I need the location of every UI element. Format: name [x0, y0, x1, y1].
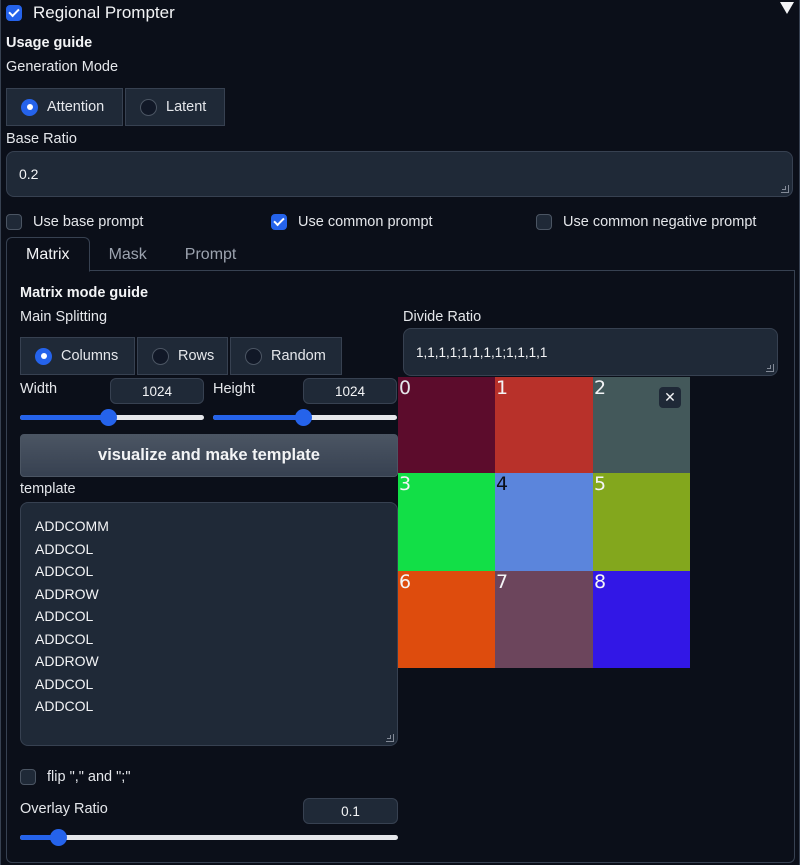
- base-ratio-value: 0.2: [19, 166, 39, 182]
- tab-matrix[interactable]: Matrix: [6, 237, 90, 272]
- use-common-prompt-checkbox[interactable]: [271, 214, 287, 230]
- template-line: ADDROW: [35, 653, 99, 669]
- template-line: ADDCOL: [35, 698, 94, 714]
- template-line: ADDCOMM: [35, 518, 109, 534]
- template-line: ADDCOL: [35, 675, 94, 692]
- template-label: template: [20, 481, 76, 497]
- tab-mask[interactable]: Mask: [90, 237, 166, 272]
- resize-grip-icon[interactable]: [386, 734, 394, 742]
- slider-track: [20, 835, 398, 840]
- height-slider[interactable]: [213, 409, 397, 426]
- radio-label: Attention: [47, 99, 105, 115]
- region-cell: 7: [495, 571, 593, 668]
- region-number: 8: [594, 571, 607, 593]
- generation-mode-radio-group: Attention Latent: [6, 88, 227, 126]
- height-label: Height: [213, 381, 255, 397]
- region-preview-image: 0 1 2 3 4 5 6 7 8: [398, 377, 690, 668]
- panel-title: Regional Prompter: [33, 3, 175, 22]
- radio-dot: [35, 347, 52, 365]
- radio-label: Columns: [61, 348, 119, 364]
- resize-grip-icon[interactable]: [766, 364, 774, 372]
- region-cell: 5: [593, 473, 690, 571]
- divide-ratio-input[interactable]: 1,1,1,1;1,1,1,1;1,1,1,1: [403, 328, 778, 376]
- use-common-prompt-option[interactable]: Use common prompt: [271, 214, 433, 230]
- radio-attention[interactable]: Attention: [6, 88, 123, 126]
- width-slider[interactable]: [20, 409, 204, 426]
- slider-thumb[interactable]: [100, 409, 118, 426]
- region-number: 0: [399, 377, 412, 399]
- slider-thumb[interactable]: [49, 829, 67, 846]
- region-cell: 4: [495, 473, 593, 571]
- use-common-negative-prompt-label: Use common negative prompt: [563, 214, 757, 230]
- use-common-negative-prompt-checkbox[interactable]: [536, 214, 552, 230]
- template-line: ADDCOL: [35, 563, 94, 579]
- radio-label: Rows: [178, 348, 215, 364]
- flip-option[interactable]: flip "," and ";": [20, 769, 130, 785]
- region-number: 2: [594, 377, 607, 399]
- use-base-prompt-checkbox[interactable]: [6, 214, 22, 230]
- template-line: ADDCOL: [35, 630, 94, 647]
- main-splitting-radio-group: Columns Rows Random: [20, 337, 344, 375]
- region-cell: 0: [398, 377, 495, 473]
- divide-ratio-label: Divide Ratio: [403, 309, 482, 325]
- region-number: 3: [399, 473, 412, 495]
- template-line: ADDCOL: [35, 540, 94, 557]
- region-cell: 8: [593, 571, 690, 668]
- generation-mode-label: Generation Mode: [6, 59, 119, 75]
- template-line: ADDCOL: [35, 608, 94, 624]
- overlay-ratio-label: Overlay Ratio: [20, 801, 108, 817]
- radio-label: Latent: [166, 99, 207, 115]
- usage-guide-link[interactable]: Usage guide: [6, 35, 92, 51]
- region-cell: 3: [398, 473, 495, 571]
- radio-dot: [140, 98, 157, 116]
- mode-tabs: Matrix Mask Prompt: [6, 237, 795, 272]
- radio-rows[interactable]: Rows: [137, 337, 228, 375]
- region-number: 7: [496, 571, 509, 593]
- flip-label: flip "," and ";": [47, 769, 131, 785]
- use-common-negative-prompt-option[interactable]: Use common negative prompt: [536, 214, 756, 230]
- use-base-prompt-label: Use base prompt: [33, 214, 144, 230]
- enable-checkbox[interactable]: [6, 5, 22, 21]
- radio-dot: [21, 98, 38, 116]
- slider-fill: [213, 415, 304, 420]
- tab-prompt[interactable]: Prompt: [166, 237, 256, 272]
- base-ratio-label: Base Ratio: [6, 131, 77, 147]
- use-base-prompt-option[interactable]: Use base prompt: [6, 214, 143, 230]
- flip-checkbox[interactable]: [20, 769, 36, 785]
- use-common-prompt-label: Use common prompt: [298, 214, 433, 230]
- resize-grip-icon[interactable]: [781, 185, 789, 193]
- radio-random[interactable]: Random: [230, 337, 342, 375]
- region-number: 1: [496, 377, 509, 399]
- radio-columns[interactable]: Columns: [20, 337, 135, 375]
- slider-fill: [20, 415, 109, 420]
- accordion-header[interactable]: Regional Prompter: [6, 2, 796, 24]
- template-line: ADDROW: [35, 585, 99, 602]
- collapse-triangle-icon[interactable]: [780, 2, 794, 14]
- width-number-input[interactable]: 1024: [110, 378, 204, 404]
- region-number: 5: [594, 473, 607, 495]
- close-icon[interactable]: ✕: [659, 387, 681, 408]
- radio-dot: [152, 347, 169, 365]
- main-splitting-label: Main Splitting: [20, 309, 108, 325]
- region-number: 6: [399, 571, 412, 593]
- divide-ratio-value: 1,1,1,1;1,1,1,1;1,1,1,1: [416, 344, 548, 360]
- slider-thumb[interactable]: [295, 409, 313, 426]
- visualize-and-make-template-button[interactable]: visualize and make template: [20, 434, 398, 477]
- height-number-input[interactable]: 1024: [303, 378, 397, 404]
- region-cell: 1: [495, 377, 593, 473]
- overlay-ratio-number-input[interactable]: 0.1: [303, 798, 398, 824]
- radio-label: Random: [271, 348, 326, 364]
- region-cell: 6: [398, 571, 495, 668]
- matrix-mode-guide-link[interactable]: Matrix mode guide: [20, 285, 148, 301]
- template-textarea[interactable]: ADDCOMM ADDCOL ADDCOL ADDROW ADDCOL ADDC…: [20, 502, 398, 746]
- radio-dot: [245, 347, 262, 365]
- radio-latent[interactable]: Latent: [125, 88, 225, 126]
- overlay-ratio-slider[interactable]: [20, 829, 398, 846]
- base-ratio-input[interactable]: 0.2: [6, 151, 793, 197]
- region-number: 4: [496, 473, 509, 495]
- width-label: Width: [20, 381, 58, 397]
